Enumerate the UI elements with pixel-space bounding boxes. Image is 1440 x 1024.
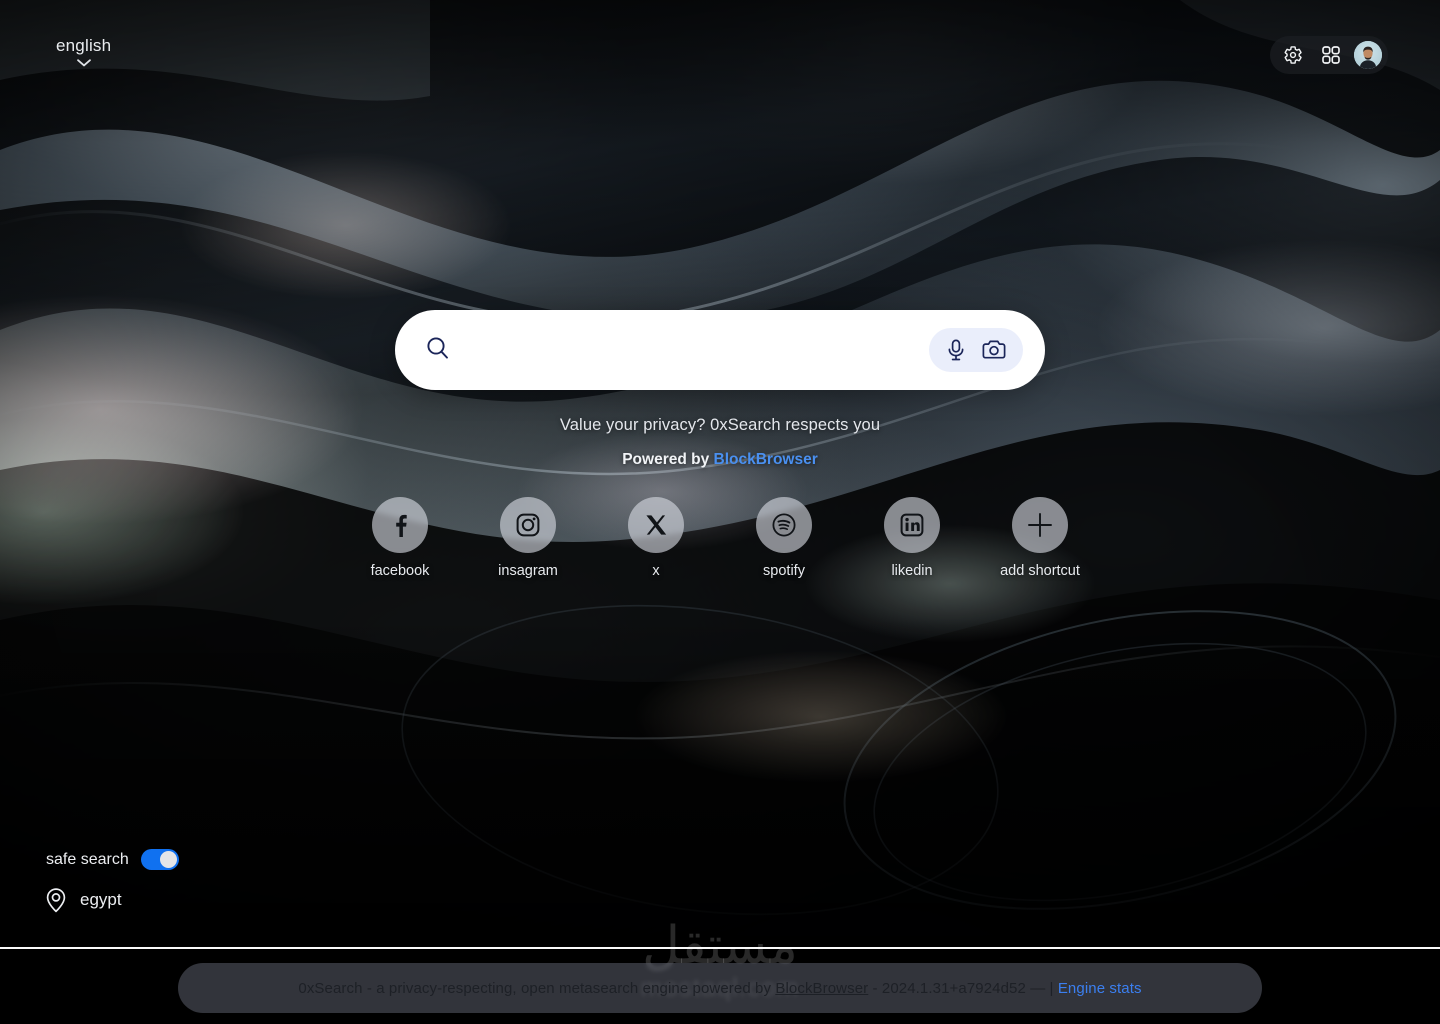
instagram-icon	[500, 497, 556, 553]
search-media-actions	[929, 328, 1023, 372]
shortcut-label: likedin	[891, 563, 933, 579]
camera-icon[interactable]	[979, 336, 1009, 364]
shortcut-label: spotify	[763, 563, 805, 579]
safe-search-label: safe search	[46, 850, 129, 868]
footer-version: - 2024.1.31+a7924d52 — |	[868, 979, 1058, 997]
search-bar[interactable]	[395, 310, 1045, 390]
shortcut-label: x	[652, 563, 660, 579]
location-row[interactable]: egypt	[44, 886, 122, 914]
engine-stats-link[interactable]: Engine stats	[1058, 980, 1142, 997]
plus-icon	[1012, 497, 1068, 553]
shortcut-x[interactable]: x	[592, 497, 720, 579]
search-icon	[425, 335, 451, 366]
spotify-icon	[756, 497, 812, 553]
facebook-icon	[372, 497, 428, 553]
shortcut-label: insagram	[498, 563, 558, 579]
footer-divider	[0, 947, 1440, 949]
toggle-knob	[159, 851, 177, 868]
footer-bar: 0xSearch - a privacy-respecting, open me…	[178, 963, 1262, 1013]
shortcut-facebook[interactable]: facebook	[336, 497, 464, 579]
privacy-tagline: Value your privacy? 0xSearch respects yo…	[559, 416, 881, 434]
safe-search-toggle[interactable]	[140, 849, 179, 870]
main-content: Value your privacy? 0xSearch respects yo…	[0, 0, 1440, 579]
footer-description: 0xSearch - a privacy-respecting, open me…	[298, 979, 776, 997]
powered-by-prefix: Powered by	[622, 451, 714, 468]
powered-by-brand-link[interactable]: BlockBrowser	[714, 451, 818, 468]
shortcut-label: add shortcut	[1000, 563, 1080, 579]
shortcut-spotify[interactable]: spotify	[720, 497, 848, 579]
linkedin-icon	[884, 497, 940, 553]
microphone-icon[interactable]	[943, 336, 969, 364]
shortcut-row: facebook insagram x spotify likedin add …	[336, 497, 1104, 579]
location-label: egypt	[80, 890, 122, 909]
footer-text: 0xSearch - a privacy-respecting, open me…	[298, 980, 1141, 997]
shortcut-add[interactable]: add shortcut	[976, 497, 1104, 579]
shortcut-linkedin[interactable]: likedin	[848, 497, 976, 579]
search-input[interactable]	[451, 310, 929, 390]
location-pin-icon	[44, 886, 68, 914]
browser-newtab-page: english Value your privacy? 0xSearch res…	[0, 0, 1440, 1024]
shortcut-instagram[interactable]: insagram	[464, 497, 592, 579]
powered-by-line: Powered by BlockBrowser	[622, 451, 818, 469]
safe-search-row: safe search	[46, 849, 179, 870]
shortcut-label: facebook	[370, 563, 430, 579]
x-twitter-icon	[628, 497, 684, 553]
footer-brand-link[interactable]: BlockBrowser	[775, 980, 868, 997]
